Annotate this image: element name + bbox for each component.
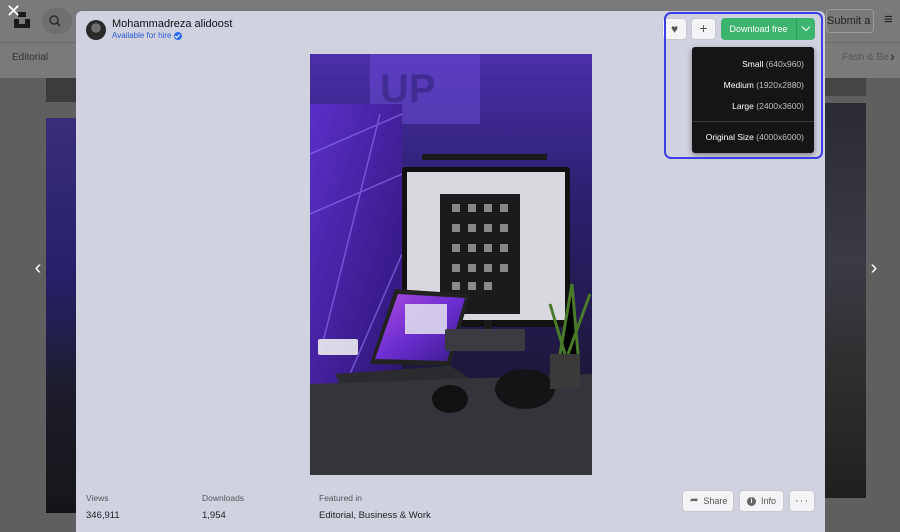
heart-icon: ♥: [670, 22, 679, 36]
background-photo: [824, 78, 866, 96]
download-size-menu: Small (640x960) Medium (1920x2880) Large…: [692, 47, 814, 153]
background-photo: [46, 118, 76, 513]
share-icon: ➦: [690, 495, 699, 506]
close-modal-icon[interactable]: ✕: [6, 2, 21, 20]
plus-icon: +: [699, 20, 708, 36]
main-photo[interactable]: UP: [310, 54, 592, 475]
download-size-toggle[interactable]: [796, 18, 815, 40]
share-label: Share: [703, 496, 728, 506]
download-size-medium[interactable]: Medium (1920x2880): [724, 80, 804, 90]
topics-scroll-right-icon[interactable]: ›: [890, 48, 895, 64]
more-icon: ···: [795, 495, 809, 507]
topic-right[interactable]: Fash & Be: [842, 52, 889, 63]
downloads-stat: Downloads 1,954: [202, 493, 244, 522]
author-name[interactable]: Mohammadreza alidoost: [112, 18, 232, 31]
views-label: Views: [86, 493, 109, 503]
previous-photo-icon[interactable]: ‹: [30, 256, 46, 280]
topic-editorial[interactable]: Editorial: [12, 52, 48, 63]
verified-icon: [174, 32, 183, 40]
share-button[interactable]: ➦ Share: [682, 490, 734, 512]
search-icon[interactable]: [42, 8, 72, 34]
info-label: Info: [761, 496, 777, 506]
download-size-original[interactable]: Original Size (4000x6000): [706, 132, 804, 142]
featured-label: Featured in: [319, 493, 362, 503]
download-size-large[interactable]: Large (2400x3600): [732, 101, 804, 111]
avatar[interactable]: [86, 19, 106, 40]
like-button[interactable]: ♥: [662, 18, 687, 40]
downloads-value: 1,954: [202, 510, 226, 521]
size-dims: (2400x3600): [756, 101, 804, 111]
hamburger-icon[interactable]: ≡: [884, 12, 898, 28]
featured-value[interactable]: Editorial, Business & Work: [319, 509, 431, 522]
download-button[interactable]: Download free: [721, 18, 796, 40]
menu-divider: [692, 121, 814, 122]
downloads-label: Downloads: [202, 493, 245, 503]
views-stat: Views 346,911: [86, 493, 120, 522]
featured-stat: Featured in Editorial, Business & Work: [319, 493, 431, 522]
background-photo: [46, 78, 76, 102]
more-options-button[interactable]: ···: [789, 490, 815, 512]
info-button[interactable]: i Info: [739, 490, 784, 512]
size-name: Large: [732, 101, 754, 111]
info-icon: i: [747, 496, 756, 506]
size-dims: (640x960): [765, 59, 804, 69]
submit-photo-button[interactable]: Submit a photo: [826, 9, 874, 33]
photo-modal: Mohammadreza alidoost Available for hire: [76, 11, 825, 532]
next-photo-icon[interactable]: ›: [866, 256, 882, 280]
size-name: Original Size: [705, 132, 754, 142]
download-size-small[interactable]: Small (640x960): [742, 59, 804, 69]
size-name: Medium: [723, 80, 754, 90]
author-info[interactable]: Mohammadreza alidoost Available for hire: [86, 18, 232, 41]
hire-label: Available for hire: [112, 31, 172, 40]
add-to-collection-button[interactable]: +: [691, 18, 716, 40]
chevron-down-icon: [801, 22, 811, 32]
views-value: 346,911: [86, 510, 120, 521]
size-dims: (4000x6000): [756, 132, 804, 142]
background-photo: [824, 103, 866, 498]
available-for-hire[interactable]: Available for hire: [112, 31, 232, 41]
size-name: Small: [742, 59, 764, 69]
size-dims: (1920x2880): [756, 80, 804, 90]
